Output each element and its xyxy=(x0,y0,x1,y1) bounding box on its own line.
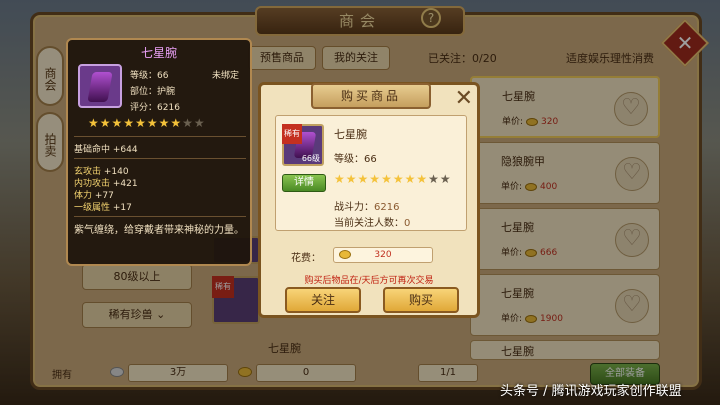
purchase-dialog: 购买商品 ✕ 稀有 66级 详情 七星腕 等级：66 ★★★★★★★★★★ 战斗… xyxy=(258,82,480,318)
star-icon: ★ xyxy=(345,172,358,186)
star-icon: ★ xyxy=(135,116,147,130)
star-icon: ★ xyxy=(381,172,393,186)
dialog-item-level: 等级：66 xyxy=(334,154,377,165)
trade-notice: 购买后物品在/天后方可再次交易 xyxy=(304,276,434,286)
tooltip-item-name: 七星腕 xyxy=(140,46,177,60)
dialog-star-rating: ★★★★★★★★★★ xyxy=(334,172,452,186)
item-info-panel: 稀有 66级 详情 七星腕 等级：66 ★★★★★★★★★★ 战斗力：6216 … xyxy=(275,115,467,231)
item-tooltip: 七星腕 等级：66 未绑定 部位：护腕 评分：6216 ★★★★★★★★★★ 基… xyxy=(66,38,252,266)
details-button[interactable]: 详情 xyxy=(282,174,326,192)
star-icon: ★ xyxy=(428,172,440,186)
buy-button[interactable]: 购买 xyxy=(383,287,459,313)
tooltip-base-stat: 基础命中 +644 xyxy=(74,145,138,155)
star-icon: ★ xyxy=(111,116,124,130)
dialog-followers: 当前关注人数：0 xyxy=(334,218,411,229)
star-icon: ★ xyxy=(123,116,136,130)
star-icon: ★ xyxy=(158,116,171,130)
star-icon: ★ xyxy=(99,116,112,130)
tooltip-score: 评分：6216 xyxy=(130,103,180,113)
star-icon: ★ xyxy=(439,172,452,186)
star-icon: ★ xyxy=(193,116,206,130)
star-icon: ★ xyxy=(392,172,405,186)
tooltip-star-rating: ★★★★★★★★★★ xyxy=(88,116,206,130)
star-icon: ★ xyxy=(334,172,346,186)
tooltip-level: 等级：66 xyxy=(130,71,169,81)
star-icon: ★ xyxy=(88,116,100,130)
star-icon: ★ xyxy=(416,172,429,186)
star-icon: ★ xyxy=(369,172,382,186)
dialog-item-name: 七星腕 xyxy=(334,128,367,141)
star-icon: ★ xyxy=(404,172,417,186)
tooltip-slot: 部位：护腕 xyxy=(130,87,176,97)
bracer-icon xyxy=(78,64,122,108)
star-icon: ★ xyxy=(357,172,370,186)
tooltip-stat: 一级属性 +17 xyxy=(74,203,132,213)
bracer-icon: 稀有 66级 xyxy=(282,124,324,166)
item-level-badge: 66级 xyxy=(301,154,320,163)
cost-label: 花费： xyxy=(291,253,321,264)
gold-coin-icon xyxy=(339,250,351,259)
rare-badge: 稀有 xyxy=(282,124,302,144)
tooltip-description: 紫气缠绕，给穿戴者带来神秘的力量。 xyxy=(74,225,244,236)
watermark-text: 头条号 / 腾讯游戏玩家创作联盟 xyxy=(500,384,682,399)
dialog-title: 购买商品 xyxy=(311,83,431,109)
star-icon: ★ xyxy=(146,116,159,130)
star-icon: ★ xyxy=(170,116,183,130)
dialog-power: 战斗力：6216 xyxy=(334,202,400,213)
tooltip-bind-status: 未绑定 xyxy=(212,71,240,81)
close-icon[interactable]: ✕ xyxy=(455,88,473,110)
star-icon: ★ xyxy=(182,116,194,130)
follow-button[interactable]: 关注 xyxy=(285,287,361,313)
